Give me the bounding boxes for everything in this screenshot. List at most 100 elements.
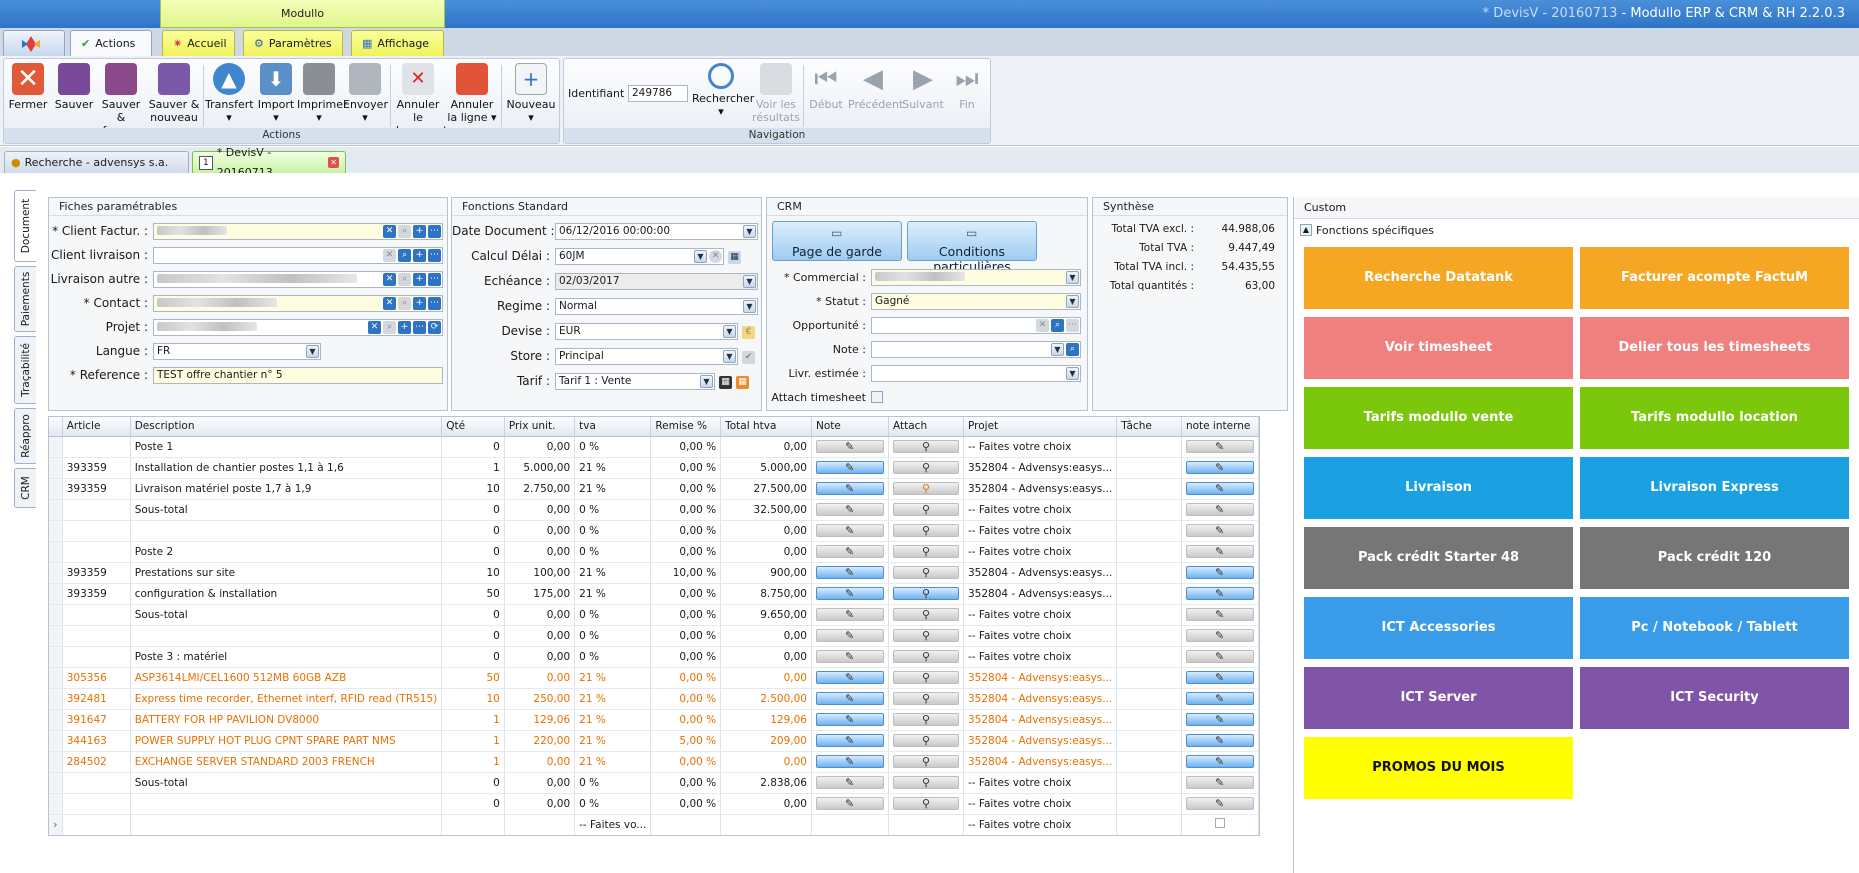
devise-select[interactable]: EUR ▼ [555,322,738,340]
statut-select[interactable]: Gagné ▼ [871,292,1081,310]
attach-button[interactable]: ⚲ [893,587,959,600]
cell-total[interactable]: 0,00 [720,541,812,563]
cell-tache[interactable] [1116,646,1182,668]
tab-affichage[interactable]: ▦ Affichage [351,30,444,56]
precedent-button[interactable]: ◀ Précédent [848,61,903,111]
more-icon[interactable]: ⋯ [413,320,426,334]
client-factur-input[interactable]: ✕ ⌕ + ⋯ [153,222,443,240]
table-row[interactable]: 0 0,00 0 % 0,00 % 0,00 ✎ ⚲ -- Faites votre choi… [49,625,1259,647]
col-tva[interactable]: tva [574,417,652,437]
cell-description[interactable] [130,520,443,542]
cell-total[interactable] [720,814,812,835]
cell-tache[interactable] [1116,520,1182,542]
cell-tva[interactable]: 21 % [574,709,652,731]
opportunite-input[interactable]: ✕ ⌕ ⋯ [871,316,1081,334]
cell-tache[interactable] [1116,751,1182,773]
cell-description[interactable]: Sous-total [130,772,443,794]
custom-tile-button[interactable]: Pack crédit 120 [1580,527,1849,589]
note-interne-button[interactable]: ✎ [1185,797,1254,810]
cell-article[interactable] [62,625,131,647]
cell-prix[interactable]: 0,00 [504,772,576,794]
fermer-button[interactable]: ✕ Fermer [6,61,50,111]
attach-button[interactable]: ⚲ [893,608,959,621]
row-selector[interactable] [49,667,63,689]
note-interne-button[interactable]: ✎ [1185,566,1254,579]
cell-qte[interactable]: 1 [441,457,505,479]
row-selector[interactable] [49,436,63,458]
cell-tva[interactable]: 0 % [574,436,652,458]
col-prix-unit[interactable]: Prix unit. [504,417,576,437]
search-icon[interactable]: ⌕ [398,272,411,286]
more-icon[interactable]: ⋯ [428,296,441,310]
cell-total[interactable]: 0,00 [720,751,812,773]
cell-remise[interactable]: 10,00 % [650,562,722,584]
cell-projet[interactable]: 352804 - Advensys:easys... [963,583,1118,605]
note-button[interactable]: ✎ [816,797,884,810]
table-row[interactable]: 391647 BATTERY FOR HP PAVILION DV8000 1 129… [49,709,1259,731]
cell-total[interactable]: 0,00 [720,520,812,542]
note-button[interactable]: ✎ [816,587,884,600]
search-icon[interactable]: ⌕ [398,224,411,238]
attach-button[interactable]: ⚲ [893,671,959,684]
row-selector[interactable] [49,478,63,500]
table-row[interactable]: 392481 Express time recorder, Ethernet in… [49,688,1259,710]
note-button[interactable]: ✎ [816,671,884,684]
col-remise[interactable]: Remise % [650,417,722,437]
cell-description[interactable]: Poste 1 [130,436,443,458]
table-row[interactable]: Sous-total 0 0,00 0 % 0,00 % 2.838,06 ✎ ⚲ -- Fai… [49,772,1259,794]
clear-icon[interactable]: ✕ [1036,318,1049,332]
cell-prix[interactable]: 175,00 [504,583,576,605]
note-button[interactable]: ✎ [816,545,884,558]
cell-note-interne[interactable] [1181,814,1259,835]
side-tab-reappro[interactable]: Réappro [14,408,36,464]
cell-tva[interactable]: 0 % [574,604,652,626]
table-row[interactable]: 393359 Livraison matériel poste 1,7 à 1,9… [49,478,1259,500]
reference-input[interactable]: TEST offre chantier n° 5 [153,366,443,384]
row-selector[interactable] [49,604,63,626]
cell-article[interactable]: 393359 [62,478,131,500]
attach-button[interactable]: ⚲ [893,755,959,768]
cell-tva[interactable]: 21 % [574,730,652,752]
table-row[interactable]: 305356 ASP3614LMI/CEL1600 512MB 60GB AZB 5… [49,667,1259,689]
cell-remise[interactable]: 0,00 % [650,583,722,605]
doc-tab-devis[interactable]: 1 * DevisV - 20160713 ✕ [192,146,346,179]
cell-projet[interactable]: 352804 - Advensys:easys... [963,478,1118,500]
cell-tva[interactable]: 0 % [574,541,652,563]
col-attach[interactable]: Attach [888,417,964,437]
note-interne-button[interactable]: ✎ [1185,545,1254,558]
identifiant-input[interactable]: 249786 [628,85,688,102]
cell-article[interactable] [62,646,131,668]
note-interne-button[interactable]: ✎ [1185,461,1254,474]
cell-tva[interactable]: 0 % [574,520,652,542]
note-button[interactable]: ✎ [816,482,884,495]
cell-remise[interactable]: 0,00 % [650,646,722,668]
note-interne-button[interactable]: ✎ [1185,608,1254,621]
cell-prix[interactable]: 0,00 [504,604,576,626]
attach-button[interactable]: ⚲ [893,629,959,642]
clear-icon[interactable]: ✕ [383,248,396,262]
app-menu-button[interactable] [3,30,65,56]
row-selector[interactable] [49,520,63,542]
cell-tache[interactable] [1116,814,1182,835]
cell-projet[interactable]: 352804 - Advensys:easys... [963,562,1118,584]
cell-remise[interactable]: 0,00 % [650,793,722,815]
cell-description[interactable]: configuration & installation [130,583,443,605]
attach-button[interactable]: ⚲ [893,713,959,726]
cell-qte[interactable]: 0 [441,625,505,647]
cell-tva[interactable]: 0 % [574,625,652,647]
cell-tva[interactable]: 21 % [574,457,652,479]
tab-parametres[interactable]: ⚙ Paramètres [243,30,343,56]
more-icon[interactable]: ⋯ [428,272,441,286]
store-select[interactable]: Principal ▼ [555,347,738,365]
custom-tile-button[interactable]: Delier tous les timesheets [1580,317,1849,379]
cell-qte[interactable]: 0 [441,499,505,521]
cell-projet[interactable]: -- Faites votre choix [963,793,1118,815]
cell-description[interactable]: Livraison matériel poste 1,7 à 1,9 [130,478,443,500]
regime-select[interactable]: Normal ▼ [555,297,758,315]
cell-projet[interactable]: -- Faites votre choix [963,604,1118,626]
cell-tva[interactable]: 0 % [574,646,652,668]
attach-button[interactable]: ⚲ [893,692,959,705]
note-icon[interactable] [1214,818,1225,828]
cell-projet[interactable]: -- Faites votre choix [963,541,1118,563]
cell-total[interactable]: 27.500,00 [720,478,812,500]
